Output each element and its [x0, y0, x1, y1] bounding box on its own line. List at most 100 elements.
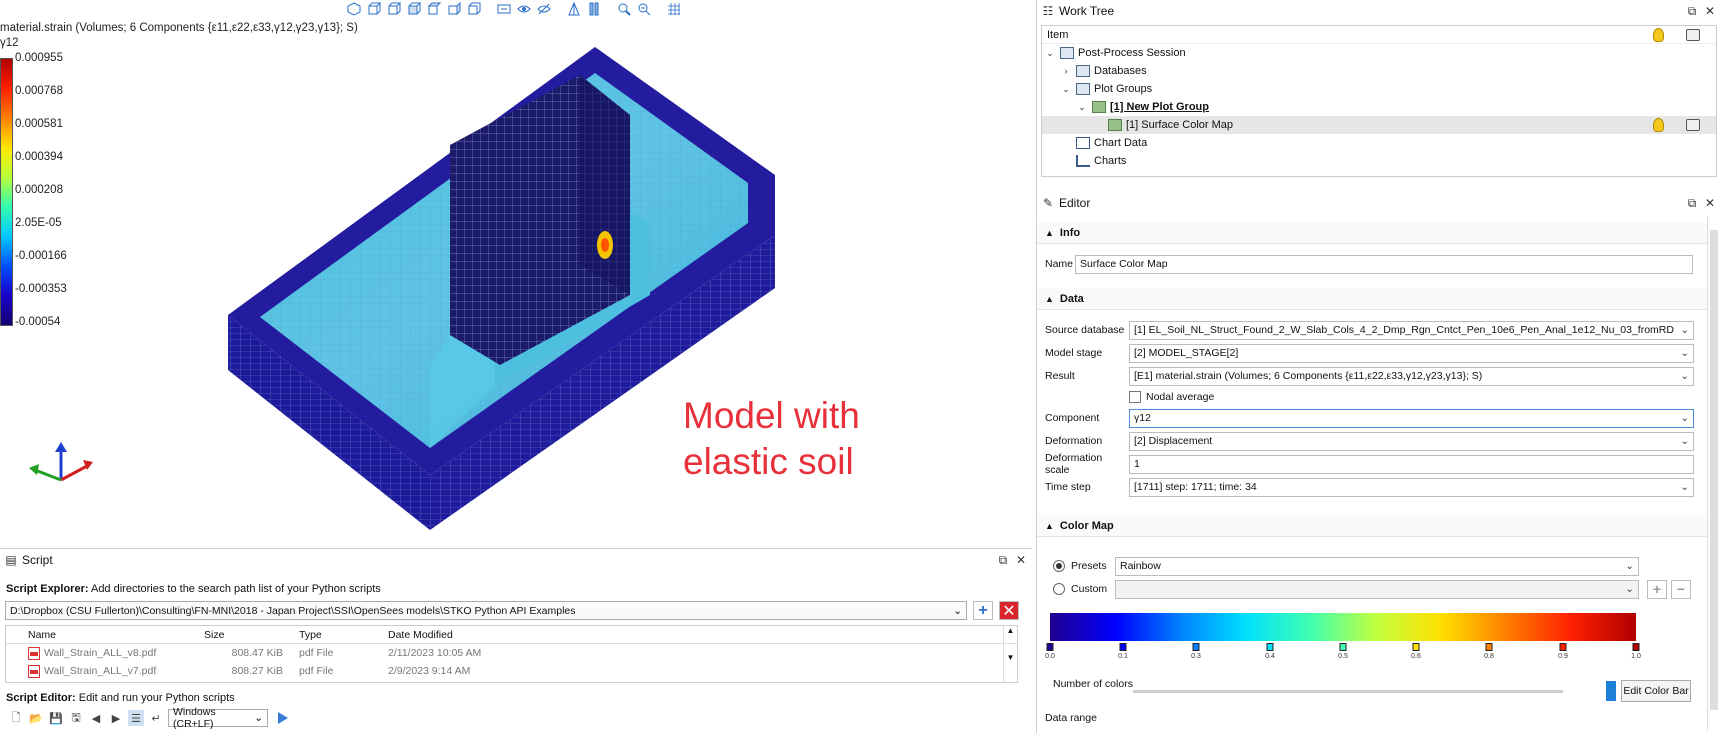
script-icon: ▤ [5, 553, 17, 567]
section-color-map[interactable]: ▲ Color Map [1037, 515, 1707, 537]
col-type[interactable]: Type [293, 629, 382, 641]
custom-radio[interactable] [1053, 583, 1065, 595]
grid-icon[interactable] [665, 1, 683, 17]
script-explorer-label: Script Explorer: Add directories to the … [6, 583, 381, 595]
eye-icon[interactable] [515, 1, 533, 17]
chevron-down-icon[interactable]: ⌄ [1060, 84, 1072, 95]
word-wrap-icon[interactable]: ☰ [128, 710, 144, 726]
table-row[interactable]: Wall_Strain_ALL_v8.pdf 808.47 KiB pdf Fi… [6, 644, 1017, 662]
edit-color-bar-button[interactable]: Edit Color Bar [1621, 680, 1691, 702]
view-bottom-icon[interactable] [465, 1, 483, 17]
name-row: Name Surface Color Map [1045, 254, 1693, 274]
presets-select[interactable]: Rainbow [1115, 556, 1639, 576]
close-icon[interactable]: ✕ [1703, 4, 1717, 18]
view-right-icon[interactable] [425, 1, 443, 17]
perspective-icon[interactable] [565, 1, 583, 17]
legend-label: -0.000166 [15, 250, 67, 262]
new-file-icon[interactable]: 🗋 [8, 710, 24, 726]
color-stop-marker[interactable] [1632, 643, 1640, 651]
col-size[interactable]: Size [198, 629, 293, 641]
model-stage-row: Model stage [2] MODEL_STAGE[2] [1045, 343, 1694, 363]
tree-item-plot-groups[interactable]: ⌄ Plot Groups [1042, 80, 1716, 98]
editor-scrollbar[interactable] [1707, 216, 1719, 731]
name-field[interactable]: Surface Color Map [1075, 254, 1693, 274]
model-stage-select[interactable]: [2] MODEL_STAGE[2] [1129, 343, 1694, 363]
source-database-select[interactable]: [1] EL_Soil_NL_Struct_Found_2_W_Slab_Col… [1129, 320, 1694, 340]
table-row[interactable]: Wall_Strain_ALL_v7.pdf 808.27 KiB pdf Fi… [6, 662, 1017, 680]
float-icon[interactable]: ⧉ [996, 553, 1010, 567]
close-icon[interactable]: ✕ [1014, 553, 1028, 567]
add-color-button[interactable]: + [1647, 579, 1667, 599]
visibility-bulb-icon[interactable] [1653, 118, 1664, 132]
color-stop-marker[interactable] [1046, 643, 1054, 651]
custom-select[interactable] [1115, 579, 1639, 599]
add-path-button[interactable]: + [973, 601, 993, 620]
color-stop-marker[interactable] [1119, 643, 1127, 651]
tree-item-new-plot-group[interactable]: ⌄ [1] New Plot Group [1042, 98, 1716, 116]
color-map-preview[interactable] [1050, 613, 1636, 641]
zoom-icon[interactable] [635, 1, 653, 17]
open-file-icon[interactable]: 📂 [28, 710, 44, 726]
tree-item-charts[interactable]: Charts [1042, 152, 1716, 170]
chevron-down-icon[interactable]: ⌄ [1044, 48, 1056, 59]
plot-groups-icon [1076, 83, 1090, 95]
scroll-thumb[interactable] [1710, 230, 1718, 710]
view-back-icon[interactable] [385, 1, 403, 17]
color-stop-marker[interactable] [1559, 643, 1567, 651]
line-ending-select[interactable]: Windows (CR+LF) ⌄ [168, 706, 268, 730]
nodal-average-checkbox[interactable] [1129, 391, 1141, 403]
tree-item-post-process-session[interactable]: ⌄ Post-Process Session [1042, 44, 1716, 62]
component-select[interactable]: γ12 [1129, 408, 1694, 428]
fit-view-icon[interactable] [495, 1, 513, 17]
float-icon[interactable]: ⧉ [1685, 4, 1699, 18]
tree-item-surface-color-map[interactable]: [1] Surface Color Map [1042, 116, 1716, 134]
save-as-icon[interactable]: 🖫 [68, 710, 84, 726]
color-stop-marker[interactable] [1339, 643, 1347, 651]
table-scrollbar[interactable]: ▲ ▼ [1003, 626, 1017, 682]
undo-icon[interactable]: ◀ [88, 710, 104, 726]
color-stop-marker[interactable] [1192, 643, 1200, 651]
color-stop-marker[interactable] [1485, 643, 1493, 651]
section-info[interactable]: ▲ Info [1037, 222, 1707, 244]
deformation-select[interactable]: [2] Displacement [1129, 431, 1694, 451]
zoom-fit-icon[interactable] [615, 1, 633, 17]
view-front-icon[interactable] [365, 1, 383, 17]
search-path-combo[interactable]: D:\Dropbox (CSU Fullerton)\Consulting\FN… [5, 601, 967, 620]
data-range-label: Data range [1045, 712, 1097, 724]
view-left-icon[interactable] [405, 1, 423, 17]
chevron-right-icon[interactable]: › [1060, 66, 1072, 76]
lock-icon[interactable] [1686, 119, 1700, 131]
run-icon[interactable] [278, 712, 288, 724]
color-stop-marker[interactable] [1412, 643, 1420, 651]
line-break-icon[interactable]: ↵ [148, 710, 164, 726]
source-database-row: Source database [1] EL_Soil_NL_Struct_Fo… [1045, 320, 1694, 340]
number-of-colors-slider[interactable] [1133, 690, 1563, 693]
close-icon[interactable]: ✕ [1703, 196, 1717, 210]
redo-icon[interactable]: ▶ [108, 710, 124, 726]
slider-handle[interactable] [1606, 681, 1616, 701]
save-icon[interactable]: 💾 [48, 710, 64, 726]
col-name[interactable]: Name [6, 629, 198, 641]
result-select[interactable]: [E1] material.strain (Volumes; 6 Compone… [1129, 366, 1694, 386]
tree-item-databases[interactable]: › Databases [1042, 62, 1716, 80]
view-top-icon[interactable] [445, 1, 463, 17]
visibility-bulb-icon[interactable] [1653, 27, 1664, 42]
lock-icon[interactable] [1686, 28, 1700, 41]
col-date[interactable]: Date Modified [382, 629, 582, 641]
orthographic-icon[interactable] [585, 1, 603, 17]
eye-hide-icon[interactable] [535, 1, 553, 17]
remove-path-button[interactable]: ✕ [999, 601, 1019, 620]
3d-viewport[interactable]: material.strain (Volumes; 6 Components {… [0, 0, 1032, 548]
chevron-down-icon[interactable]: ⌄ [1076, 102, 1088, 113]
section-data[interactable]: ▲ Data [1037, 288, 1707, 310]
tree-item-chart-data[interactable]: Chart Data [1042, 134, 1716, 152]
float-icon[interactable]: ⧉ [1685, 196, 1699, 210]
remove-color-button[interactable]: − [1671, 579, 1691, 599]
legend-label: 0.000955 [15, 52, 63, 64]
view-iso-icon[interactable] [345, 1, 363, 17]
color-stop-marker[interactable] [1266, 643, 1274, 651]
presets-radio[interactable] [1053, 560, 1065, 572]
time-step-select[interactable]: [1711] step: 1711; time: 34 [1129, 477, 1694, 497]
deformation-row: Deformation [2] Displacement [1045, 431, 1694, 451]
deformation-scale-input[interactable]: 1 [1129, 454, 1694, 474]
